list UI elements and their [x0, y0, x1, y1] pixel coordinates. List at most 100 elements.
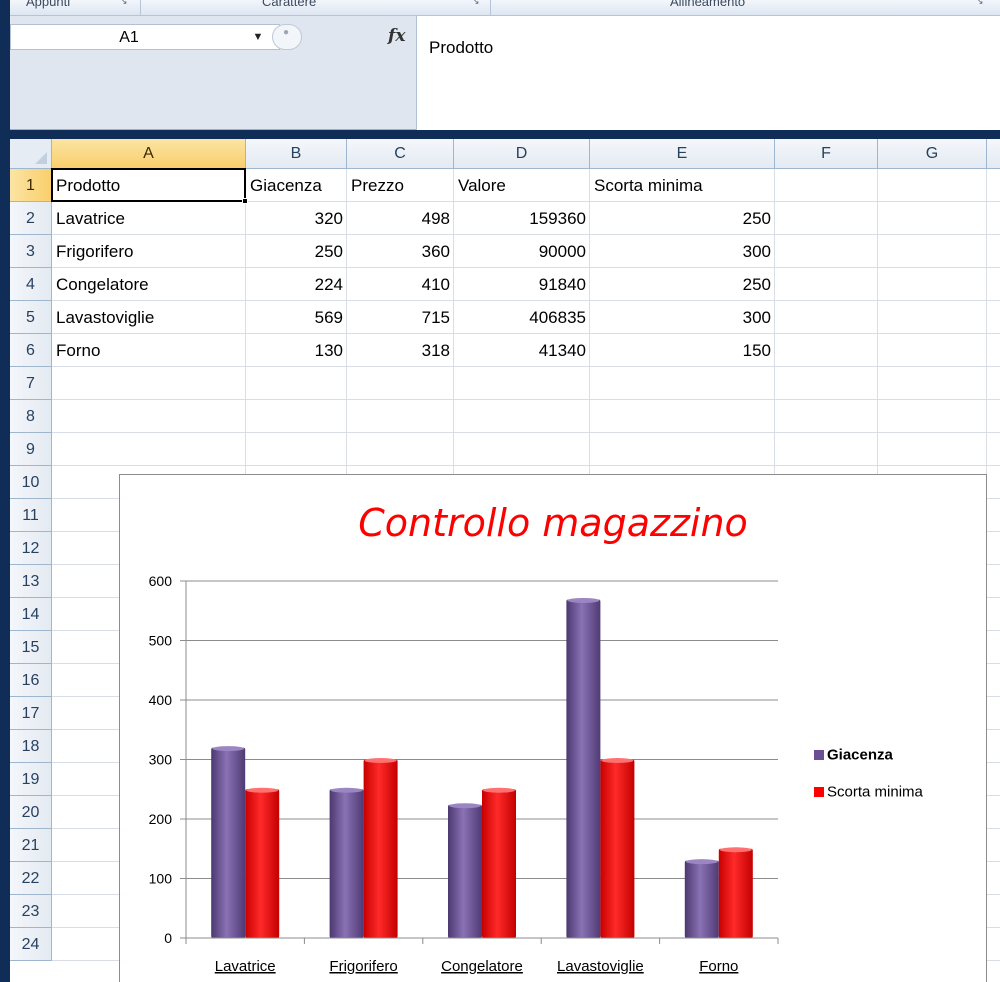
row-header-6[interactable]: 6 [10, 334, 52, 367]
cell-c2[interactable]: 498 [347, 202, 454, 235]
column-header-c[interactable]: C [347, 139, 454, 169]
cell-a3[interactable]: Frigorifero [52, 235, 137, 268]
cell-e1[interactable]: Scorta minima [590, 169, 707, 202]
row-header-22[interactable]: 22 [10, 862, 52, 895]
worksheet-grid[interactable]: ABCDEFG 1 2 3 4 5 6 7 8 9 10 11 12 13 14 15 16 17 18 19 20 2… [10, 139, 1000, 982]
dot-icon: ● [283, 27, 290, 38]
row-header-1[interactable]: 1 [10, 169, 52, 202]
row-header-9[interactable]: 9 [10, 433, 52, 466]
column-header-d[interactable]: D [454, 139, 590, 169]
chart-plot: 0 100 200 300 400 500 600 Lavatrice Frigorifero C… [149, 573, 779, 975]
row-header-14[interactable]: 14 [10, 598, 52, 631]
bar-scorta-minima-forno [718, 848, 753, 938]
dialog-launcher-icon[interactable]: ↘ [472, 0, 484, 6]
bar-giacenza-lavatrice [211, 747, 246, 938]
bar-scorta-minima-frigorifero [363, 759, 398, 938]
row-header-4[interactable]: 4 [10, 268, 52, 301]
column-header-h[interactable] [987, 139, 1000, 169]
row-header-16[interactable]: 16 [10, 664, 52, 697]
y-tick-label: 200 [149, 811, 173, 827]
row-header-10[interactable]: 10 [10, 466, 52, 499]
insert-function-icon[interactable]: fx [388, 26, 412, 48]
cell-d5[interactable]: 406835 [454, 301, 590, 334]
row-header-21[interactable]: 21 [10, 829, 52, 862]
cell-c6[interactable]: 318 [347, 334, 454, 367]
formula-text: Prodotto [429, 38, 494, 57]
cell-c3[interactable]: 360 [347, 235, 454, 268]
cell-c1[interactable]: Prezzo [347, 169, 408, 202]
select-all-button[interactable] [10, 139, 52, 169]
cell-e3[interactable]: 300 [590, 235, 775, 268]
cell-c4[interactable]: 410 [347, 268, 454, 301]
cell-e2[interactable]: 250 [590, 202, 775, 235]
column-header-f[interactable]: F [775, 139, 878, 169]
cell-a4[interactable]: Congelatore [52, 268, 153, 301]
row-header-23[interactable]: 23 [10, 895, 52, 928]
name-box[interactable]: A1 ▼ [10, 24, 280, 50]
cell-d2[interactable]: 159360 [454, 202, 590, 235]
column-header-g[interactable]: G [878, 139, 987, 169]
bar-cap [483, 787, 515, 793]
cell-a5[interactable]: Lavastoviglie [52, 301, 158, 334]
y-tick-label: 300 [149, 752, 173, 768]
cell-d1[interactable]: Valore [454, 169, 510, 202]
bar-cap [685, 859, 718, 865]
corner-triangle-icon [35, 152, 47, 164]
bar-cap [330, 787, 363, 793]
cell-b4[interactable]: 224 [246, 268, 347, 301]
ribbon-group-alignment: Allineamento [670, 0, 746, 9]
cell-b5[interactable]: 569 [246, 301, 347, 334]
y-tick-label: 400 [149, 692, 173, 708]
legend-item-giacenza[interactable]: Giacenza [814, 746, 893, 764]
formula-bar: A1 ▼ ● fx Prodotto [10, 16, 1000, 130]
cell-e4[interactable]: 250 [590, 268, 775, 301]
dialog-launcher-icon[interactable]: ↘ [120, 0, 132, 6]
cell-b1[interactable]: Giacenza [246, 169, 326, 202]
row-header-15[interactable]: 15 [10, 631, 52, 664]
bar-cap [567, 597, 600, 603]
row-header-19[interactable]: 19 [10, 763, 52, 796]
row-header-18[interactable]: 18 [10, 730, 52, 763]
bar-giacenza-forno [684, 860, 719, 938]
formula-bar-expand-handle[interactable]: ● [272, 24, 302, 50]
gridline-horizontal [52, 432, 1000, 433]
legend-label: Scorta minima [827, 783, 923, 801]
chevron-down-icon[interactable]: ▼ [251, 31, 265, 45]
column-header-e[interactable]: E [590, 139, 775, 169]
cell-c5[interactable]: 715 [347, 301, 454, 334]
cell-b2[interactable]: 320 [246, 202, 347, 235]
row-header-2[interactable]: 2 [10, 202, 52, 235]
cell-e5[interactable]: 300 [590, 301, 775, 334]
row-header-12[interactable]: 12 [10, 532, 52, 565]
cell-a6[interactable]: Forno [52, 334, 104, 367]
row-header-24[interactable]: 24 [10, 928, 52, 961]
row-header-7[interactable]: 7 [10, 367, 52, 400]
row-header-5[interactable]: 5 [10, 301, 52, 334]
cell-e6[interactable]: 150 [590, 334, 775, 367]
column-header-b[interactable]: B [246, 139, 347, 169]
row-header-20[interactable]: 20 [10, 796, 52, 829]
cell-b3[interactable]: 250 [246, 235, 347, 268]
dialog-launcher-icon[interactable]: ↘ [976, 0, 988, 6]
legend-swatch [814, 787, 824, 798]
ribbon-separator [490, 0, 491, 15]
row-header-8[interactable]: 8 [10, 400, 52, 433]
chart[interactable]: Controllo magazzino 0 100 200 300 400 500 600 L… [119, 474, 987, 982]
ribbon-group-clipboard: Appunti [26, 0, 71, 9]
bar-cap [212, 746, 245, 752]
formula-input[interactable]: Prodotto [416, 16, 1000, 130]
cell-d4[interactable]: 91840 [454, 268, 590, 301]
fill-handle[interactable] [242, 198, 248, 204]
cell-a2[interactable]: Lavatrice [52, 202, 129, 235]
bar-cap [719, 847, 752, 853]
cell-d6[interactable]: 41340 [454, 334, 590, 367]
column-header-a[interactable]: A [52, 139, 246, 169]
row-header-3[interactable]: 3 [10, 235, 52, 268]
cell-d3[interactable]: 90000 [454, 235, 590, 268]
cell-b6[interactable]: 130 [246, 334, 347, 367]
row-header-11[interactable]: 11 [10, 499, 52, 532]
bar-scorta-minima-lavatrice [245, 789, 280, 938]
row-header-17[interactable]: 17 [10, 697, 52, 730]
legend-item-scorta-minima[interactable]: Scorta minima [814, 783, 923, 801]
row-header-13[interactable]: 13 [10, 565, 52, 598]
